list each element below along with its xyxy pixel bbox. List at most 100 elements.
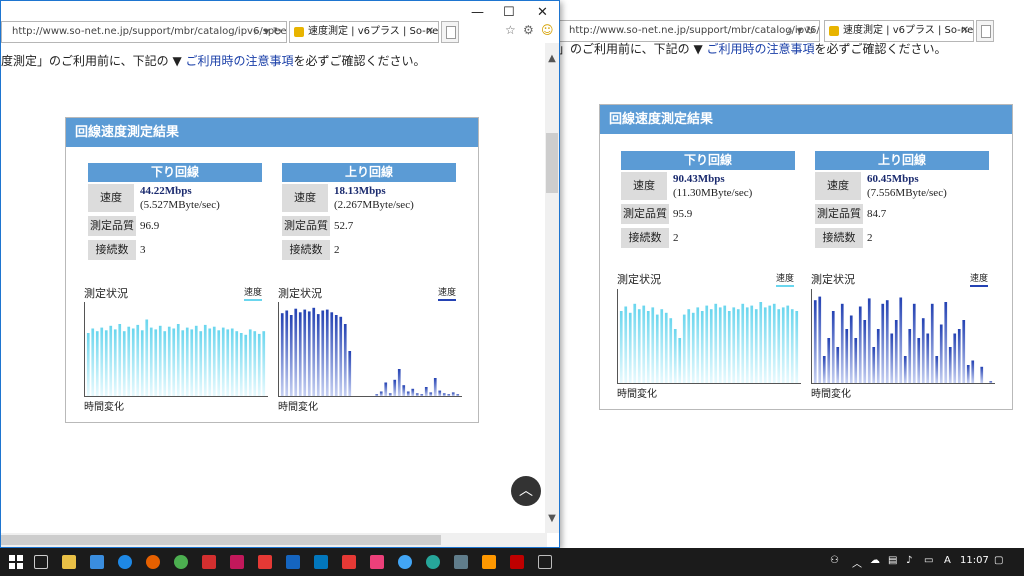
settings-gear-icon[interactable]: ⚙ [523, 23, 534, 37]
tab-speedtest[interactable]: 速度測定 | v6プラス | So-net (... ✕ [289, 21, 439, 43]
app-icon[interactable] [454, 555, 468, 569]
chevron-up-icon[interactable]: ︿ [852, 555, 862, 570]
app-icon[interactable] [90, 555, 104, 569]
close-icon[interactable]: ✕ [537, 5, 548, 20]
scrollbar-thumb[interactable] [546, 133, 558, 193]
smiley-feedback-icon[interactable]: ☺ [541, 23, 554, 37]
browser-window-left: — ☐ ✕ http://www.so-net.ne.jp/support/mb… [0, 0, 560, 548]
scroll-up-icon[interactable]: ▲ [545, 53, 559, 64]
speed-bar [750, 305, 754, 383]
app-icon[interactable] [202, 555, 216, 569]
chart-xlabel: 時間変化 [617, 389, 657, 400]
taskbar: ⚇ ︿ ☁ ▤ ♪ ▭ A 11:07 ▢ [0, 548, 1024, 576]
speed-bar [876, 329, 880, 383]
address-controls[interactable]: ⌕ ▾ ↻ [254, 22, 282, 42]
new-tab-button[interactable] [976, 20, 994, 42]
tab-close-icon[interactable]: ✕ [961, 21, 969, 41]
notice-link[interactable]: ご利用時の注意事項 [186, 54, 294, 68]
new-tab-button[interactable] [441, 21, 459, 43]
speed-bar [235, 331, 239, 396]
app-icon[interactable] [398, 555, 412, 569]
speed-bar [772, 303, 776, 383]
speed-bar [321, 310, 325, 396]
speed-bar [118, 324, 122, 396]
edge-icon[interactable] [118, 555, 132, 569]
minimize-icon[interactable]: — [471, 5, 484, 20]
speed-bar [962, 320, 966, 383]
horizontal-scrollbar[interactable] [1, 533, 547, 547]
app-icon[interactable] [426, 555, 440, 569]
speed-bar [113, 329, 117, 396]
network-icon[interactable]: ▤ [888, 555, 897, 566]
connections-row: 接続数 2 [815, 228, 989, 250]
scroll-down-icon[interactable]: ▼ [545, 513, 559, 524]
amazon-icon[interactable] [482, 555, 496, 569]
address-controls[interactable]: ⌕ ▾ ↻ [787, 21, 815, 41]
notifications-icon[interactable]: ▢ [994, 555, 1003, 566]
speed-bar [944, 302, 948, 383]
speed-bar [899, 297, 903, 383]
speed-bar [451, 392, 455, 396]
speed-bar [429, 392, 433, 396]
app-icon[interactable] [230, 555, 244, 569]
speed-bar [849, 315, 853, 383]
ime-language-indicator[interactable]: A [944, 555, 951, 566]
rakuten-icon[interactable] [510, 555, 524, 569]
chart-legend: 速度 [244, 285, 263, 301]
speed-bar [718, 307, 722, 383]
favicon-icon [294, 27, 304, 37]
notice-link[interactable]: ご利用時の注意事項 [707, 42, 815, 56]
calculator-icon[interactable] [538, 555, 552, 569]
speed-value: 90.43Mbps (11.30MByte/sec) [673, 173, 753, 199]
app-icon[interactable] [370, 555, 384, 569]
speed-bar [651, 307, 655, 383]
notice-text: 」のご利用前に、下記の ▼ ご利用時の注意事項を必ずご確認ください。 [558, 42, 947, 56]
speed-bar [339, 316, 343, 396]
home-icon[interactable]: ☆ [505, 23, 516, 37]
speed-bar [948, 347, 952, 383]
windows-start-icon[interactable] [9, 555, 23, 569]
speed-bar [375, 394, 379, 396]
app-icon[interactable] [314, 555, 328, 569]
chart-xlabel: 時間変化 [84, 402, 124, 413]
vertical-scrollbar[interactable]: ▲ ▼ [545, 43, 559, 533]
speed-bar [348, 351, 352, 396]
speed-bar [854, 338, 858, 383]
speed-bar [226, 329, 230, 396]
address-bar-row: http://www.so-net.ne.jp/support/mbr/cata… [1, 21, 559, 43]
speed-bar [989, 381, 993, 383]
yahoo-icon[interactable] [342, 555, 356, 569]
cloud-icon[interactable]: ☁ [870, 555, 880, 566]
url-text: http://www.so-net.ne.jp/support/mbr/cata… [569, 25, 820, 36]
firefox-icon[interactable] [146, 555, 160, 569]
app-icon[interactable] [286, 555, 300, 569]
speed-bar [736, 309, 740, 383]
yahoo-icon[interactable] [258, 555, 272, 569]
chrome-icon[interactable] [174, 555, 188, 569]
speed-bar [172, 328, 176, 396]
address-bar[interactable]: http://www.so-net.ne.jp/support/mbr/cata… [558, 20, 820, 42]
task-view-icon[interactable] [34, 555, 48, 569]
file-explorer-icon[interactable] [62, 555, 76, 569]
battery-icon[interactable]: ▭ [924, 555, 933, 566]
address-bar[interactable]: http://www.so-net.ne.jp/support/mbr/cata… [1, 21, 287, 43]
speed-row: 速度 44.22Mbps (5.527MByte/sec) [88, 184, 262, 214]
upstream-column: 上り回線 速度 60.45Mbps (7.556MByte/sec) 測定品質 8… [815, 151, 989, 250]
speed-bar [705, 305, 709, 383]
favicon-icon [829, 26, 839, 36]
quality-row: 測定品質 96.9 [88, 216, 262, 238]
volume-icon[interactable]: ♪ [906, 555, 912, 566]
clock-time[interactable]: 11:07 [960, 555, 989, 566]
scroll-to-top-button[interactable]: ︿ [511, 476, 541, 506]
speed-bar [646, 311, 650, 383]
speed-bar [714, 303, 718, 383]
connections-label: 接続数 [815, 228, 863, 248]
speed-bar [831, 311, 835, 383]
people-icon[interactable]: ⚇ [830, 555, 839, 566]
scrollbar-thumb[interactable] [1, 535, 441, 545]
address-bar-row: http://www.so-net.ne.jp/support/mbr/cata… [558, 20, 1024, 42]
tab-close-icon[interactable]: ✕ [426, 22, 434, 42]
maximize-icon[interactable]: ☐ [503, 5, 515, 20]
quality-value: 95.9 [673, 208, 693, 220]
tab-speedtest[interactable]: 速度測定 | v6プラス | So-net (... ✕ [824, 20, 974, 42]
